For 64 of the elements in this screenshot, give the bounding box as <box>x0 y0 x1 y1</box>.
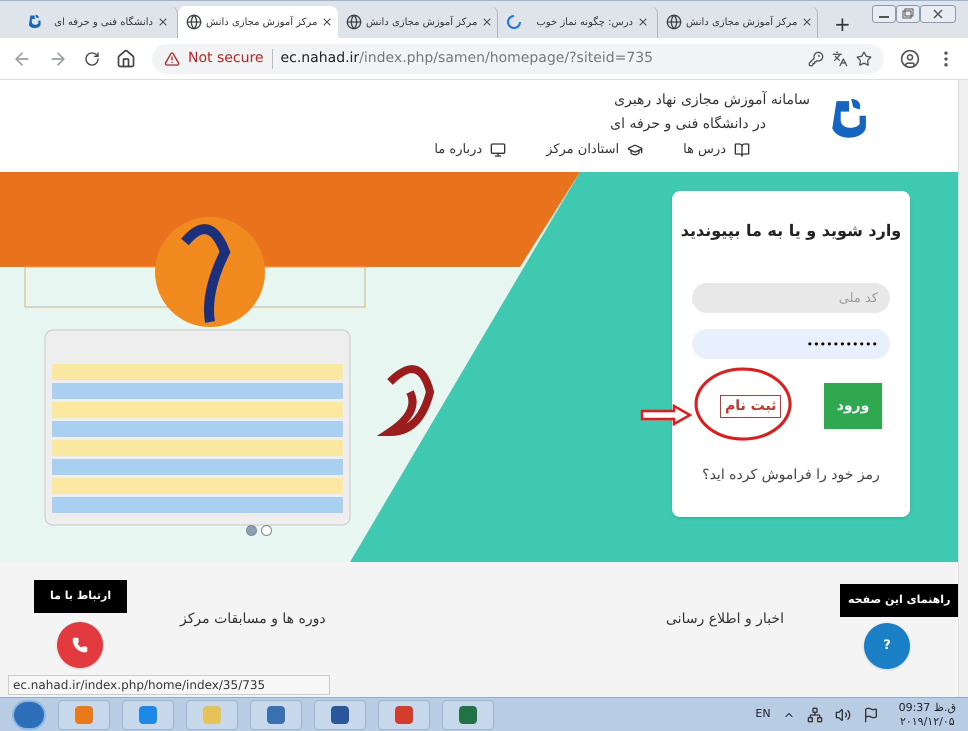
close-icon[interactable] <box>481 16 494 28</box>
close-window-icon[interactable] <box>920 5 956 23</box>
forgot-password-link[interactable]: رمز خود را فراموش کرده اید؟ <box>702 465 880 486</box>
national-id-field[interactable]: کد ملی <box>692 283 890 313</box>
url-text: ec.nahad.ir/index.php/samen/homepage/?siteid=735 <box>280 49 654 68</box>
password-field[interactable]: ••••••••••• <box>692 329 890 359</box>
phone-icon <box>72 637 88 653</box>
tab-title: مرکز آموزش مجازی دانش <box>206 14 318 30</box>
browser-tab[interactable]: مرکز آموزش مجازی دانش <box>178 6 338 38</box>
app-icon[interactable] <box>394 704 414 724</box>
help-button[interactable]: ? <box>864 623 910 669</box>
warning-icon <box>164 50 180 66</box>
app-icon[interactable] <box>330 704 350 724</box>
language-indicator[interactable]: EN <box>755 706 771 723</box>
loading-spinner-icon <box>506 14 522 30</box>
site-subtitle: در دانشگاه فنی و حرفه ای <box>610 114 767 134</box>
address-bar[interactable]: Not secure ec.nahad.ir/index.php/samen/homepage/?siteid=735 <box>152 44 884 74</box>
account-icon[interactable] <box>900 48 920 68</box>
tab-title: مرکز آموزش مجازی دانش <box>366 14 478 30</box>
register-link[interactable]: ثبت نام <box>720 394 782 418</box>
graduation-cap-icon <box>627 142 644 158</box>
site-title: سامانه آموزش مجازی نهاد رهبری <box>614 90 810 110</box>
close-icon[interactable] <box>157 16 169 28</box>
new-tab-button[interactable]: + <box>830 14 855 34</box>
nav-link[interactable]: درباره ما <box>434 140 506 160</box>
logo-icon <box>26 14 42 30</box>
contact-button[interactable] <box>57 622 103 668</box>
security-label: Not secure <box>188 49 264 68</box>
app-icon[interactable] <box>266 704 286 724</box>
globe-icon <box>346 14 362 30</box>
globe-icon <box>666 14 682 30</box>
key-icon[interactable] <box>808 50 824 66</box>
minimize-icon[interactable] <box>872 5 896 23</box>
status-url: ec.nahad.ir/index.php/home/index/35/735 <box>8 675 330 695</box>
flag-icon[interactable] <box>862 706 879 722</box>
globe-icon <box>186 14 202 30</box>
clock-date: ۲۰۱۹/۱۲/۰۵ <box>900 714 955 728</box>
close-icon[interactable] <box>321 16 334 28</box>
close-icon[interactable] <box>801 16 814 28</box>
tab-title: درس: چگونه نماز خوب <box>536 15 633 30</box>
monitor-icon <box>490 142 506 158</box>
tab-title: دانشگاه فنی و حرفه ای <box>54 15 153 30</box>
contact-tooltip: ارتباط با ما <box>34 580 128 612</box>
translate-icon[interactable] <box>832 50 848 66</box>
nav-link[interactable]: استادان مرکز <box>546 140 644 160</box>
scrollbar[interactable] <box>958 80 968 697</box>
app-icon[interactable] <box>138 704 158 724</box>
bookmark-star-icon[interactable] <box>856 50 872 66</box>
home-icon[interactable] <box>116 48 136 68</box>
close-icon[interactable] <box>637 16 649 28</box>
tab-title: مرکز آموزش مجازی دانش <box>686 14 798 30</box>
network-icon[interactable] <box>806 706 823 722</box>
book-icon <box>734 142 750 158</box>
app-icon[interactable] <box>458 704 478 724</box>
clock-time: ق.ظ 09:37 <box>898 700 956 714</box>
start-button[interactable] <box>12 700 46 730</box>
speaker-icon[interactable] <box>834 706 851 722</box>
login-heading: وارد شوید و یا به ما بپیوندید <box>680 220 902 242</box>
help-tooltip: راهنمای این صفحه <box>840 584 958 616</box>
restore-icon[interactable] <box>896 5 920 23</box>
reload-icon[interactable] <box>84 50 100 66</box>
nav-link[interactable]: درس ها <box>683 140 750 160</box>
section-heading: اخبار و اطلاع رسانی <box>666 610 784 629</box>
section-heading: دوره ها و مسابقات مرکز <box>180 610 326 629</box>
